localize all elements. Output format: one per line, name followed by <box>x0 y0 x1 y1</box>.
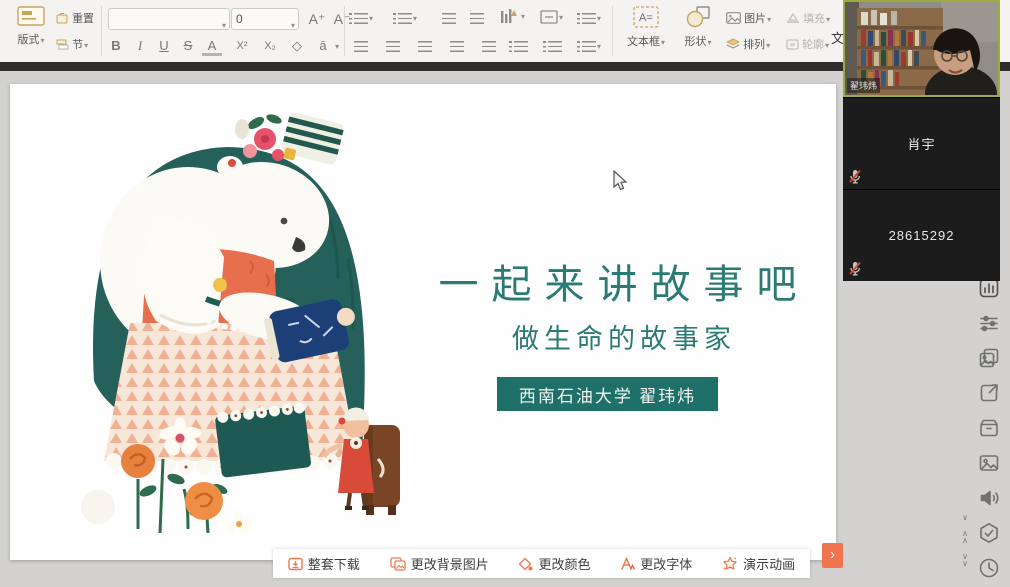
animation-icon <box>722 556 738 571</box>
gallery-icon[interactable] <box>977 346 1001 370</box>
color-icon <box>518 557 533 571</box>
picture-button[interactable]: 图片▾ <box>726 10 771 26</box>
participant-name: 28615292 <box>843 190 1000 281</box>
clear-format-button[interactable]: ◇ <box>286 36 308 56</box>
picture-icon <box>726 12 741 24</box>
text-direction-button[interactable]: ▾ <box>540 10 563 24</box>
decrease-indent-button[interactable] <box>442 11 456 25</box>
font-color-button[interactable]: A <box>202 36 222 56</box>
bold-button[interactable]: B <box>106 36 126 56</box>
shapes-button[interactable]: 形状▾ <box>676 6 720 49</box>
underline-button[interactable]: U <box>154 36 174 56</box>
layout-icon <box>10 6 52 29</box>
numbered-list-button[interactable]: ▾ <box>398 11 417 25</box>
svg-text:A=: A= <box>639 12 653 24</box>
webcam-name-label: 翟玮炜 <box>847 78 880 93</box>
change-font-button[interactable]: 更改字体 <box>620 554 692 573</box>
background-image-icon <box>390 557 406 571</box>
paragraph-spacing-after-button[interactable] <box>548 39 562 53</box>
slide-title[interactable]: 一起来讲故事吧 <box>418 252 830 310</box>
archive-icon[interactable] <box>977 416 1001 440</box>
template-action-toolbar: 整套下载 更改背景图片 更改颜色 更改字体 演示动画 <box>273 549 810 578</box>
outline-button[interactable]: 轮廓▾ <box>786 36 829 52</box>
history-icon[interactable] <box>977 556 1001 580</box>
line-spacing-button[interactable]: ▾ <box>582 11 601 25</box>
right-sidebar <box>974 276 1004 587</box>
align-center-button[interactable] <box>386 39 400 53</box>
adjust-icon[interactable] <box>977 311 1001 335</box>
font-size-select[interactable]: 0▾ <box>231 8 299 30</box>
superscript-button[interactable]: X² <box>230 36 254 56</box>
reset-button[interactable]: 重置 <box>56 10 94 26</box>
participant-name: 肖宇 <box>843 98 1000 189</box>
bullet-list-button[interactable]: ▾ <box>354 11 373 25</box>
align-justify-button[interactable] <box>450 39 464 53</box>
section-icon <box>56 39 69 50</box>
font-icon <box>620 557 635 571</box>
layout-button[interactable]: 版式▾ <box>10 6 52 47</box>
textbox-button[interactable]: A= 文本框▾ <box>620 6 672 49</box>
slide-author-box[interactable]: 西南石油大学 翟玮炜 <box>497 377 718 411</box>
fill-button[interactable]: 填充▾ <box>786 10 830 26</box>
webcam-tile-active-speaker[interactable]: 翟玮炜 <box>843 0 1000 97</box>
next-slide-button[interactable]: ∨∨ <box>958 553 972 567</box>
image-icon[interactable] <box>977 451 1001 475</box>
textbox-icon: A= <box>620 6 672 31</box>
paragraph-more-button[interactable]: ▾ <box>582 39 601 53</box>
change-background-button[interactable]: 更改背景图片 <box>390 554 489 573</box>
outline-icon <box>786 39 799 50</box>
shapes-icon <box>676 6 720 31</box>
volume-icon[interactable] <box>977 486 1001 510</box>
text-columns-button[interactable]: ▾ <box>500 9 525 23</box>
italic-button[interactable]: I <box>130 36 150 56</box>
columns-icon <box>500 8 520 24</box>
align-right-button[interactable] <box>418 39 432 53</box>
download-icon <box>288 557 303 571</box>
scroll-down-button[interactable]: ∨ <box>958 514 972 521</box>
mouse-cursor <box>612 170 628 192</box>
increase-indent-button[interactable] <box>470 11 484 25</box>
strikethrough-button[interactable]: S <box>178 36 198 56</box>
slide[interactable]: 一起来讲故事吧 做生命的故事家 西南石油大学 翟玮炜 <box>10 84 836 560</box>
share-icon[interactable] <box>977 381 1001 405</box>
font-name-select[interactable]: ▾ <box>108 8 230 30</box>
subscript-button[interactable]: X₂ <box>258 36 282 56</box>
video-conference-panel: 翟玮炜 肖宇 28615292 <box>843 0 1000 281</box>
download-set-button[interactable]: 整套下载 <box>288 554 360 573</box>
presentation-animation-button[interactable]: 演示动画 <box>722 554 795 573</box>
participant-tile[interactable]: 肖宇 <box>843 97 1000 189</box>
toolbar-next-button[interactable]: › <box>822 543 843 568</box>
arrange-icon <box>726 38 740 50</box>
align-distribute-button[interactable] <box>482 39 496 53</box>
reset-icon <box>56 13 69 24</box>
arrange-button[interactable]: 排列▾ <box>726 36 770 52</box>
change-color-button[interactable]: 更改颜色 <box>518 554 590 573</box>
section-button[interactable]: 节▾ <box>56 36 88 52</box>
slide-scroll-navigation: ∨ ∧∧ ∨∨ <box>958 514 972 576</box>
slide-subtitle[interactable]: 做生命的故事家 <box>418 317 830 356</box>
increase-font-button[interactable]: A⁺ <box>305 9 329 29</box>
muted-mic-icon <box>848 169 862 184</box>
participant-tile[interactable]: 28615292 <box>843 189 1000 281</box>
previous-slide-button[interactable]: ∧∧ <box>958 530 972 544</box>
muted-mic-icon <box>848 261 862 276</box>
paragraph-spacing-before-button[interactable] <box>514 39 528 53</box>
layout-label: 版式 <box>17 34 39 46</box>
char-spacing-button[interactable]: ā <box>312 36 334 56</box>
fill-icon <box>786 12 800 24</box>
badge-icon[interactable] <box>977 521 1001 545</box>
storybook-bear-illustration <box>60 109 400 539</box>
align-left-button[interactable] <box>354 39 368 53</box>
